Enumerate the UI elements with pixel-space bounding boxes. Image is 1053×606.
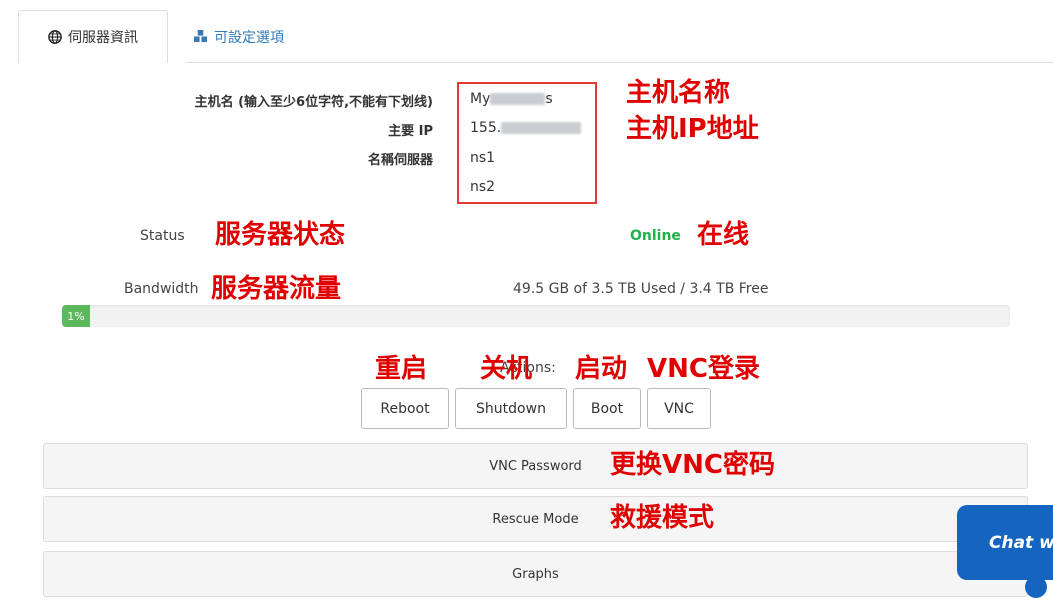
annotation-status: 服务器状态 (215, 220, 346, 250)
tab-server-info[interactable]: 伺服器資訊 (18, 10, 168, 63)
globe-icon (48, 30, 62, 44)
highlight-box (457, 82, 597, 204)
bandwidth-percent-label: 1% (67, 309, 85, 323)
bandwidth-label: Bandwidth (124, 281, 199, 297)
boot-button[interactable]: Boot (573, 388, 641, 429)
rescue-mode-panel[interactable]: Rescue Mode (43, 496, 1028, 542)
chat-indicator-icon (1025, 576, 1047, 598)
annotation-bandwidth: 服务器流量 (211, 274, 342, 304)
rescue-mode-label: Rescue Mode (492, 511, 579, 527)
chat-widget-button[interactable]: Chat wit (957, 505, 1053, 580)
bandwidth-usage: 49.5 GB of 3.5 TB Used / 3.4 TB Free (513, 281, 769, 297)
annotation-reboot: 重启 (375, 354, 428, 384)
graphs-label: Graphs (512, 566, 559, 582)
graphs-panel[interactable]: Graphs (43, 551, 1028, 597)
main-ip-label: 主要 IP (388, 124, 433, 139)
tab-divider (186, 62, 1053, 63)
status-label: Status (140, 228, 185, 244)
bandwidth-progress-bar: 1% (62, 305, 1010, 327)
tab-server-info-label: 伺服器資訊 (68, 30, 138, 46)
hostname-label: 主机名 (输入至少6位字符,不能有下划线) (194, 95, 433, 110)
annotation-online: 在线 (697, 220, 750, 250)
annotation-rescue: 救援模式 (610, 503, 715, 533)
annotation-boot: 启动 (575, 354, 628, 384)
tab-settings[interactable]: 可設定選項 (193, 10, 284, 63)
tab-bar: 伺服器資訊 可設定選項 (18, 10, 1053, 63)
nameserver-label: 名稱伺服器 (367, 153, 433, 168)
cubes-icon (194, 30, 207, 43)
chat-label: Chat wit (989, 532, 1053, 553)
annotation-ip: 主机IP地址 (626, 114, 759, 144)
vnc-button[interactable]: VNC (647, 388, 711, 429)
annotation-hostname: 主机名称 (626, 78, 731, 108)
status-value: Online (630, 228, 681, 244)
vnc-password-label: VNC Password (489, 458, 582, 474)
annotation-vnc: VNC登录 (647, 354, 760, 384)
annotation-vnc-password: 更换VNC密码 (610, 450, 775, 480)
vnc-password-panel[interactable]: VNC Password (43, 443, 1028, 489)
shutdown-button[interactable]: Shutdown (455, 388, 567, 429)
tab-settings-label: 可設定選項 (214, 29, 284, 46)
reboot-button[interactable]: Reboot (361, 388, 449, 429)
bandwidth-progress-fill: 1% (62, 305, 90, 327)
annotation-shutdown: 关机 (480, 354, 533, 384)
